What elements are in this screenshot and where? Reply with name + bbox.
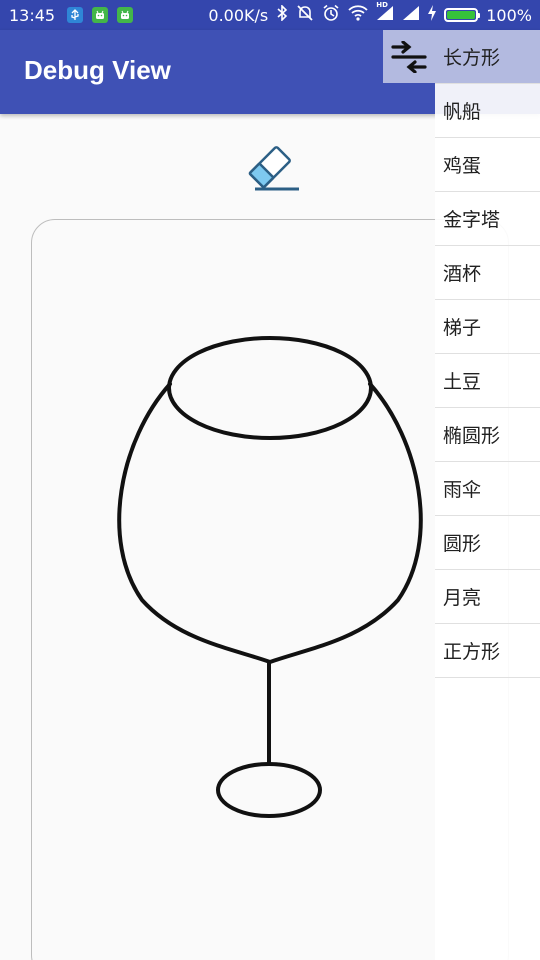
list-toggle-button[interactable]	[383, 30, 435, 83]
shape-list-item[interactable]: 长方形	[435, 30, 540, 84]
shape-list-item[interactable]: 月亮	[435, 570, 540, 624]
shape-list-item[interactable]: 金字塔	[435, 192, 540, 246]
shape-list-item[interactable]: 圆形	[435, 516, 540, 570]
swap-arrows-icon	[391, 40, 427, 73]
shape-list-item[interactable]: 土豆	[435, 354, 540, 408]
shape-list: 长方形 帆船 鸡蛋 金字塔 酒杯 梯子 土豆 椭圆形 雨伞 圆形 月亮 正方形	[435, 30, 540, 960]
shape-list-item[interactable]: 雨伞	[435, 462, 540, 516]
shape-list-item[interactable]: 正方形	[435, 624, 540, 678]
shape-list-item[interactable]: 椭圆形	[435, 408, 540, 462]
glass-base	[216, 762, 322, 818]
shape-list-item[interactable]: 梯子	[435, 300, 540, 354]
shape-list-item[interactable]: 帆船	[435, 84, 540, 138]
debug-view-screen: 13:45 0.00K/s HD 100% Debug View 长方形 帆船 …	[0, 0, 540, 960]
glass-rim	[167, 336, 373, 440]
shape-list-item[interactable]: 酒杯	[435, 246, 540, 300]
shape-list-item[interactable]: 鸡蛋	[435, 138, 540, 192]
glass-bowl	[117, 382, 423, 664]
